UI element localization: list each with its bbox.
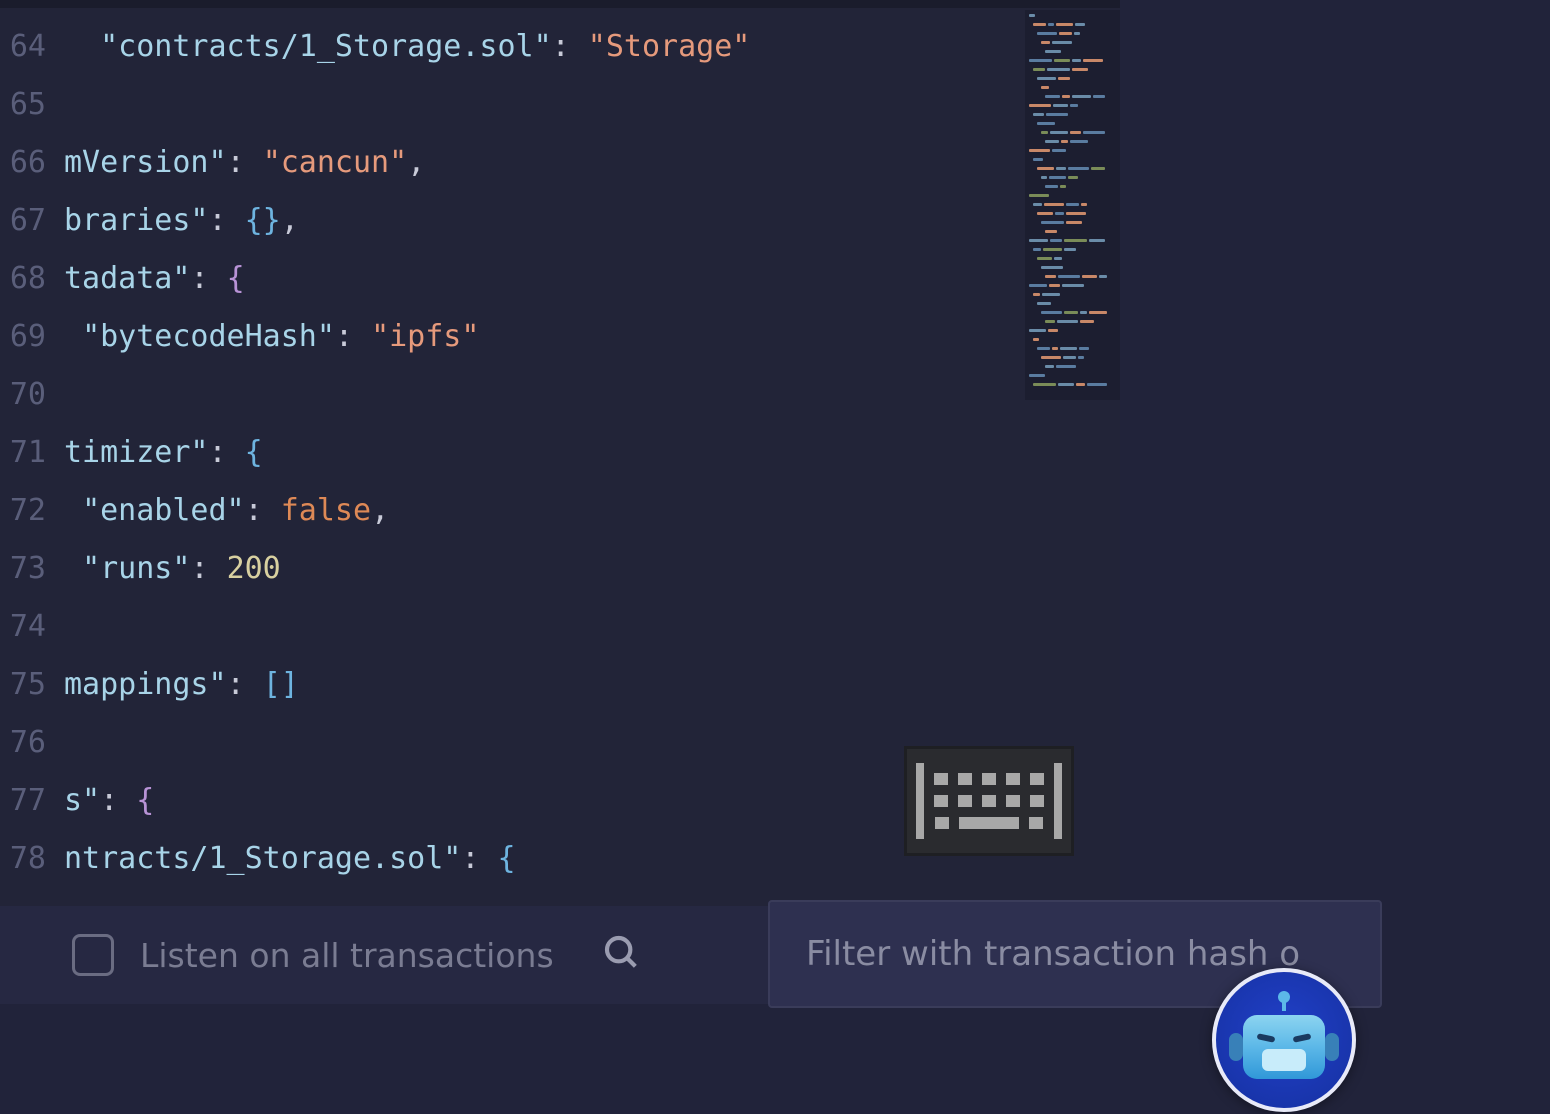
code-line[interactable] — [64, 76, 1120, 134]
code-line[interactable]: mappings": [] — [64, 656, 1120, 714]
code-line[interactable]: "bytecodeHash": "ipfs" — [64, 308, 1120, 366]
minimap[interactable] — [1025, 10, 1120, 400]
line-number: 74 — [0, 598, 46, 656]
code-line[interactable] — [64, 598, 1120, 656]
line-number: 72 — [0, 482, 46, 540]
code-line[interactable]: "enabled": false, — [64, 482, 1120, 540]
line-number-gutter: 646566676869707172737475767778 — [0, 0, 64, 910]
line-number: 64 — [0, 18, 46, 76]
line-number: 77 — [0, 772, 46, 830]
keyboard-icon[interactable] — [904, 746, 1074, 856]
listen-all-label: Listen on all transactions — [140, 936, 554, 975]
line-number: 71 — [0, 424, 46, 482]
line-number: 73 — [0, 540, 46, 598]
code-line[interactable]: timizer": { — [64, 424, 1120, 482]
code-line[interactable]: tadata": { — [64, 250, 1120, 308]
line-number: 78 — [0, 830, 46, 888]
listen-all-checkbox[interactable] — [72, 934, 114, 976]
code-line[interactable]: braries": {}, — [64, 192, 1120, 250]
search-icon[interactable] — [602, 933, 642, 977]
right-panel — [1120, 0, 1550, 910]
line-number: 69 — [0, 308, 46, 366]
line-number: 67 — [0, 192, 46, 250]
code-line[interactable]: "runs": 200 — [64, 540, 1120, 598]
line-number: 70 — [0, 366, 46, 424]
line-number: 75 — [0, 656, 46, 714]
code-line[interactable]: mVersion": "cancun", — [64, 134, 1120, 192]
line-number: 65 — [0, 76, 46, 134]
code-line[interactable]: "contracts/1_Storage.sol": "Storage" — [64, 18, 1120, 76]
code-line[interactable] — [64, 366, 1120, 424]
top-edge — [0, 0, 1120, 8]
robot-icon — [1243, 1015, 1325, 1079]
line-number: 68 — [0, 250, 46, 308]
line-number: 66 — [0, 134, 46, 192]
assistant-button[interactable] — [1212, 968, 1356, 1112]
line-number: 76 — [0, 714, 46, 772]
